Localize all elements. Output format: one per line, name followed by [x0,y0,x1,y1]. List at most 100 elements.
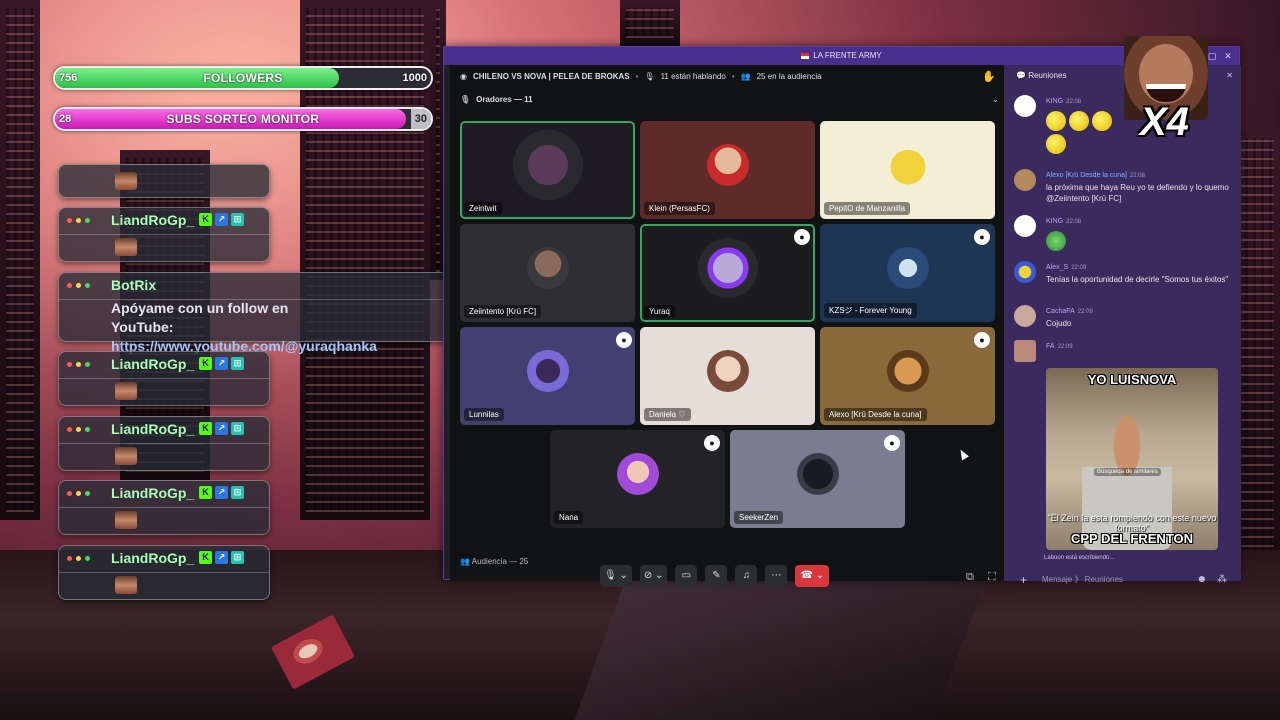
arrow-badge-icon: ↗ [215,422,228,435]
speaker-name: Yuraq [644,305,675,318]
chat-sidebar: 💬 Reuniones ✕ KING 22:08 Alexo [Krū Desde… [1004,65,1241,587]
people-icon: 👥 [740,71,751,81]
camera-off-button[interactable]: ⊘ ⌄ [639,565,668,587]
apps-icon[interactable]: ⁂ [1217,569,1227,591]
speaker-name: Nana [554,511,584,524]
message-text: la próxima que haya Reu yo te defiendo y… [1046,183,1229,203]
emote-face-icon [115,447,137,465]
soundboard-button[interactable]: ♫ [735,565,758,587]
microphone-button[interactable]: 🎙 ⌄ [600,565,632,587]
arrow-badge-icon: ↗ [215,213,228,226]
chat-badges: K ↗ ⊞ [199,357,244,370]
speaker-tile[interactable]: SeekerZen ● [730,430,905,528]
speakers-header[interactable]: 🎙 Oradores — 11 ⌄ [460,95,999,104]
speaker-tile[interactable]: Alexo [Krū Desde la cuna] ● [820,327,995,425]
emote-face-icon [115,238,137,256]
leave-call-button[interactable]: ☎ ⌄ [795,565,830,587]
chat-message: KING 22:08 [1014,215,1234,255]
speaker-name: Zeintwit [464,202,502,215]
avatar [512,130,583,201]
camera-icon: ● [794,229,810,245]
speaker-name: SeekerZen [734,511,784,524]
followers-label: FOLLOWERS [203,71,283,85]
chat-author: LiandRoGp_ [111,550,195,566]
message-author[interactable]: CachaFA [1046,308,1075,315]
message-time: 22:09 [1071,265,1087,271]
mic-icon: 🎙 [460,95,471,104]
avatar [526,350,569,393]
speaker-name: KZSジ - Forever Young [824,303,917,318]
composer-placeholder: Mensaje 》 Reuniones [1042,575,1123,584]
message-author[interactable]: FA [1046,343,1055,350]
raise-hand-icon[interactable]: ✋ [982,70,996,83]
speaker-name: Lunnilas [464,408,504,421]
message-time: 22:08 [1066,99,1082,105]
speaking-count: 11 están hablando [660,71,726,81]
message-author[interactable]: KING [1046,218,1063,225]
speaker-tile[interactable]: KZSジ - Forever Young ● [820,224,995,322]
avatar [1014,169,1036,191]
message-author[interactable]: Alex_S [1046,264,1068,271]
speaker-tile[interactable]: PepitO de Manzanilla [820,121,995,219]
popout-icon[interactable]: ⧉ [966,571,974,584]
subs-label: SUBS SORTEO MONITOR [166,112,320,126]
camera-icon: ● [884,435,900,451]
arrow-badge-icon: ↗ [215,486,228,499]
search-similar-label[interactable]: Búsqueda de similares [1094,468,1161,476]
arrow-badge-icon: ↗ [215,551,228,564]
stage-title: CHILENO VS NOVA | PELEA DE BROKAS [472,71,630,81]
screen-share-button[interactable]: ▭ [675,565,698,587]
avatar [1014,215,1036,237]
tag-badge-icon: ⊞ [231,213,244,226]
subs-goal: 30 [410,109,431,129]
speaker-name: Alexo [Krū Desde la cuna] [824,408,927,421]
fullscreen-icon[interactable]: ⛶ [988,571,996,584]
speaker-tile[interactable]: Zeintwit [460,121,635,219]
close-window-icon[interactable]: ✕ [1223,51,1233,61]
emoji-icon[interactable]: ☻ [1196,569,1207,591]
followers-goal: 1000 [402,72,427,84]
tag-badge-icon: ⊞ [231,357,244,370]
speaker-name: Klein (PersasFC) [644,202,715,215]
speaker-tile[interactable]: Nana ● [550,430,725,528]
chat-author: LiandRoGp_ [111,212,195,228]
audience-title: Audiencia — 25 [471,557,529,566]
avatar [1014,95,1036,117]
speaker-tile[interactable]: Daniela ♡ [640,327,815,425]
avatar [886,247,929,290]
speaker-tile[interactable]: Zeiintento [Krū FC] [460,224,635,322]
message-time: 22:08 [1066,219,1082,225]
kick-badge-icon: K [199,422,212,435]
typing-indicator: Laboon está escribiendo... [1044,555,1115,561]
speaker-tile[interactable]: Klein (PersasFC) [640,121,815,219]
speaker-name: PepitO de Manzanilla [824,202,911,215]
chevron-down-icon[interactable]: ⌄ [992,95,999,104]
camera-icon: ● [704,435,720,451]
speaker-tile[interactable]: Yuraq ● [640,224,815,322]
avatar [886,144,929,187]
message-author[interactable]: KING [1046,98,1063,105]
avatar [526,247,569,290]
speaker-tile[interactable]: Lunnilas [460,327,635,425]
activity-button[interactable]: ✎ [705,565,728,587]
maximize-icon[interactable]: ▢ [1207,51,1217,61]
avatar [697,238,758,299]
speaker-name: Zeiintento [Krū FC] [464,305,542,318]
tag-badge-icon: ⊞ [231,551,244,564]
message-composer[interactable]: + Mensaje 》 Reuniones ☻ ⁂ [1012,569,1233,591]
kick-badge-icon: K [199,213,212,226]
message-author[interactable]: Alexo [Krū Desde la cuna] [1046,172,1127,179]
avatar [616,453,659,496]
meme-image[interactable]: YO LUISNOVA Búsqueda de similares "El Ze… [1046,368,1218,550]
more-options-button[interactable]: ⋯ [765,565,788,587]
close-chat-icon[interactable]: ✕ [1226,65,1233,87]
avatar [886,350,929,393]
window-titlebar: LA FRENTE ARMY [444,47,1239,65]
arrow-badge-icon: ↗ [215,357,228,370]
chat-card: LiandRoGp_ K ↗ ⊞ [58,207,270,262]
speakers-title: Oradores — 11 [476,95,533,104]
plus-icon[interactable]: + [1020,569,1027,591]
audience-header[interactable]: 👥 Audiencia — 25 [460,557,528,566]
subs-goal-bar: 28 SUBS SORTEO MONITOR 30 [53,107,433,131]
emote-face-icon [115,382,137,400]
